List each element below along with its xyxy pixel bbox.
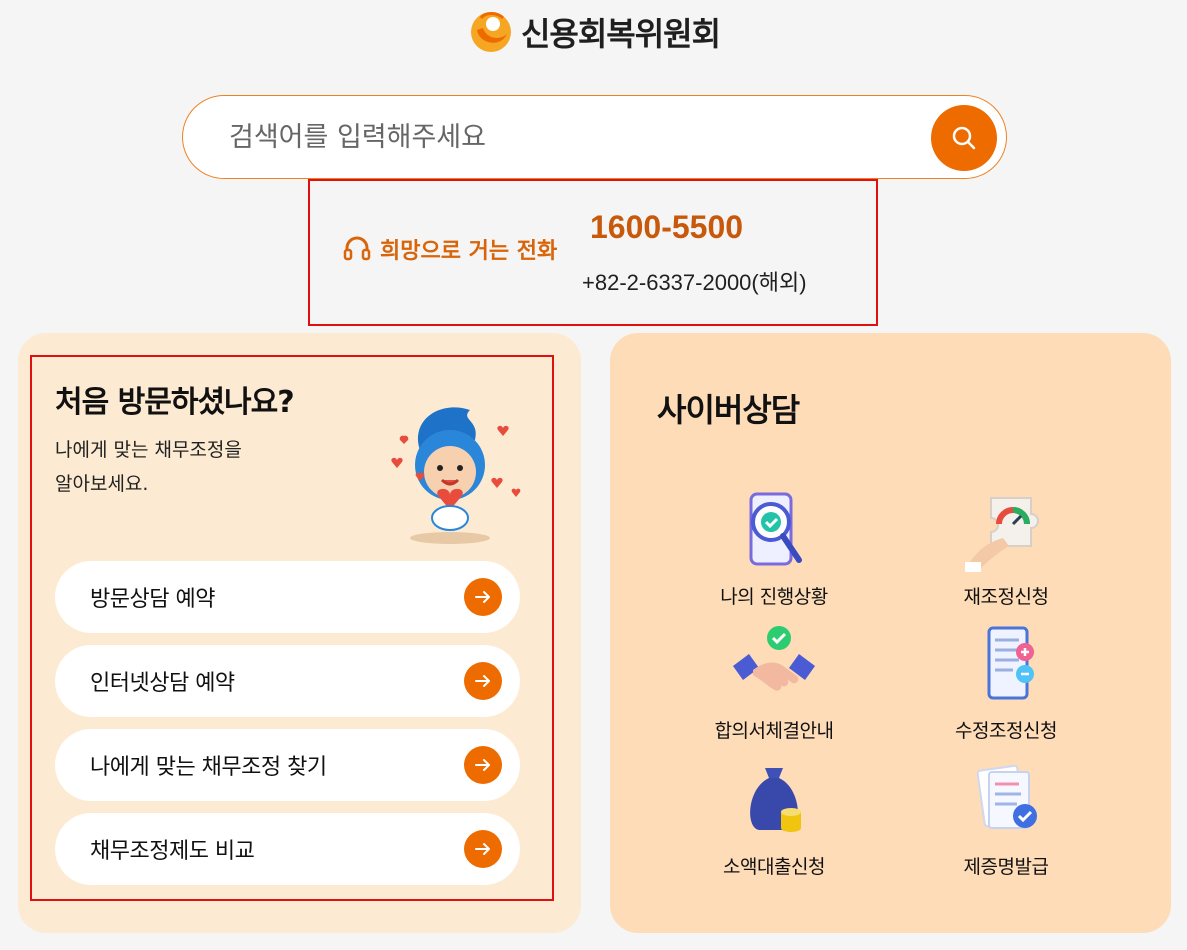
hotline-box: 희망으로 거는 전화 1600-5500 +82-2-6337-2000(해외) — [308, 179, 878, 326]
search-icon — [952, 126, 976, 150]
compare-systems-button[interactable]: 채무조정제도 비교 — [55, 813, 520, 885]
cyber-item-label: 나의 진행상황 — [720, 586, 828, 608]
headset-icon — [343, 236, 371, 261]
arrow-right-icon — [464, 746, 502, 784]
cyber-item-label: 합의서체결안내 — [714, 720, 834, 742]
cyber-consult-title: 사이버상담 — [657, 391, 800, 429]
menu-button-label: 방문상담 예약 — [90, 587, 215, 612]
search-bar — [182, 95, 1007, 179]
readjustment-item[interactable]: 재조정신청 — [896, 488, 1116, 609]
arrow-right-icon — [464, 578, 502, 616]
cyber-item-label: 재조정신청 — [963, 586, 1049, 608]
search-button[interactable] — [931, 105, 997, 171]
microloan-item[interactable]: 소액대출신청 — [664, 758, 884, 879]
logo-text[interactable]: 신용회복위원회 — [521, 9, 721, 55]
find-debt-adjustment-button[interactable]: 나에게 맞는 채무조정 찾기 — [55, 729, 520, 801]
handshake-icon — [733, 626, 815, 691]
hotline-label: 희망으로 거는 전화 — [380, 239, 558, 264]
online-reservation-button[interactable]: 인터넷상담 예약 — [55, 645, 520, 717]
arrow-right-icon — [464, 662, 502, 700]
certificate-check-icon — [976, 764, 1037, 829]
first-visit-desc-line2: 알아보세요. — [55, 473, 149, 495]
menu-button-label: 인터넷상담 예약 — [90, 671, 235, 696]
money-bag-icon — [750, 768, 801, 832]
cyber-item-label: 제증명발급 — [963, 856, 1049, 878]
menu-button-label: 채무조정제도 비교 — [90, 839, 255, 864]
hotline-overseas-number[interactable]: +82-2-6337-2000(해외) — [582, 265, 807, 297]
logo-icon[interactable] — [467, 8, 515, 56]
hotline-main-number[interactable]: 1600-5500 — [590, 209, 743, 246]
certificate-issue-item[interactable]: 제증명발급 — [896, 758, 1116, 879]
first-visit-title: 처음 방문하셨나요? — [55, 385, 295, 420]
document-plus-minus-icon — [987, 626, 1034, 700]
mascot-illustration — [391, 407, 521, 544]
menu-button-label: 나에게 맞는 채무조정 찾기 — [90, 755, 327, 780]
search-input[interactable] — [229, 121, 909, 153]
arrow-right-icon — [464, 830, 502, 868]
cyber-item-label: 소액대출신청 — [723, 856, 825, 878]
magnifier-phone-icon — [749, 492, 802, 566]
site-header: 신용회복위원회 — [0, 6, 1187, 58]
hotline-label-group: 희망으로 거는 전화 — [342, 233, 557, 265]
puzzle-gauge-icon — [965, 497, 1039, 572]
first-visit-desc-line1: 나에게 맞는 채무조정을 — [55, 439, 242, 461]
first-visit-description: 나에게 맞는 채무조정을 알아보세요. — [55, 433, 315, 501]
cyber-item-label: 수정조정신청 — [955, 720, 1057, 742]
agreement-guide-item[interactable]: 합의서체결안내 — [664, 622, 884, 743]
modify-adjustment-item[interactable]: 수정조정신청 — [896, 622, 1116, 743]
visit-reservation-button[interactable]: 방문상담 예약 — [55, 561, 520, 633]
my-progress-item[interactable]: 나의 진행상황 — [664, 488, 884, 609]
